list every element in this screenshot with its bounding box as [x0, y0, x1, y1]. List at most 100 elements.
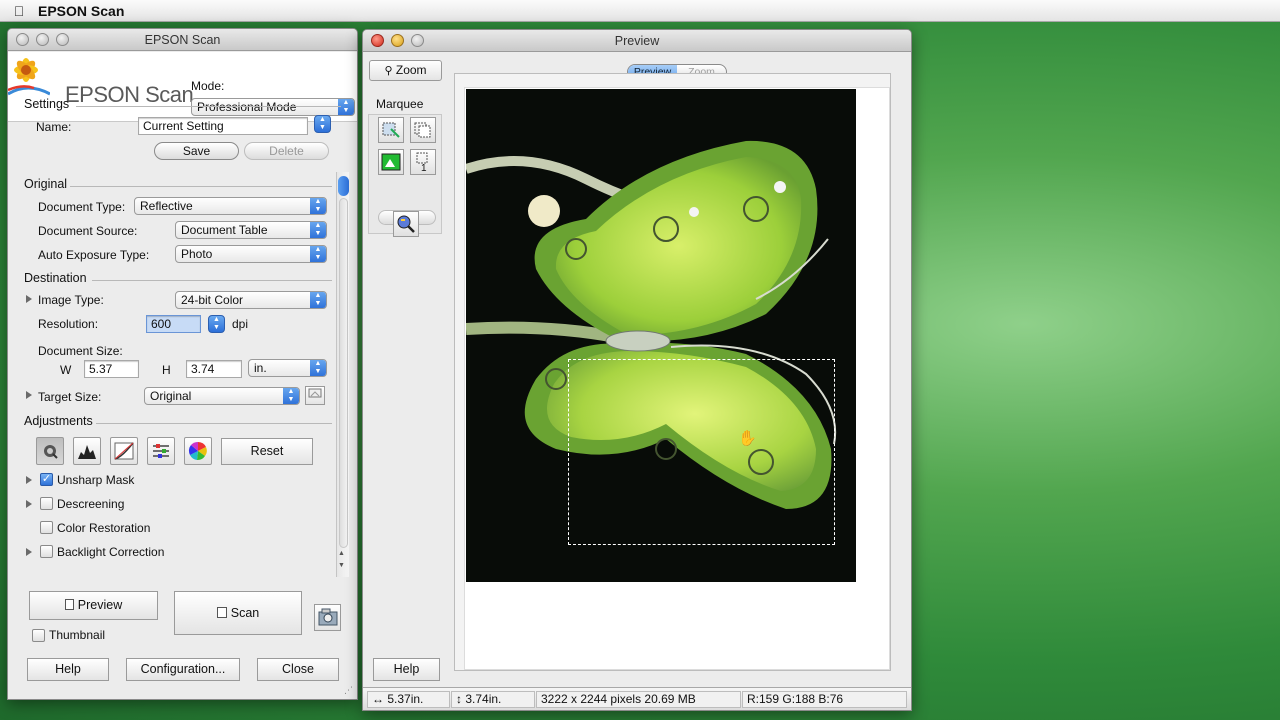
destination-section-title: Destination	[24, 271, 87, 285]
target-size-select[interactable]: Original ▲ ▼	[144, 387, 300, 405]
height-input[interactable]: 3.74	[186, 360, 242, 378]
file-save-settings-button[interactable]	[314, 604, 341, 631]
app-menu-name[interactable]: EPSON Scan	[38, 3, 124, 19]
width-label: W	[60, 363, 72, 377]
preview-window-title: Preview	[614, 34, 660, 48]
delete-button[interactable]: Delete	[244, 142, 329, 160]
target-size-orientation-button[interactable]	[305, 386, 325, 405]
magnifier-icon: ⚲	[384, 65, 393, 77]
zoom-button-label: Zoom	[395, 63, 427, 77]
document-source-select[interactable]: Document Table ▲ ▼	[175, 221, 327, 239]
apple-menu-icon[interactable]: 	[0, 3, 38, 19]
color-restoration-checkbox[interactable]	[40, 521, 53, 534]
thumbnail-checkbox[interactable]	[32, 629, 45, 642]
divider	[92, 280, 332, 281]
unsharp-mask-checkbox[interactable]: ✓	[40, 473, 53, 486]
descreening-checkbox[interactable]	[40, 497, 53, 510]
document-type-value: Reflective	[140, 199, 193, 213]
resolution-input[interactable]: 600	[146, 315, 201, 333]
close-button[interactable]: Close	[257, 658, 339, 681]
setting-name-input[interactable]: Current Setting	[138, 117, 308, 135]
settings-scrollbar[interactable]: ▲ ▼	[336, 172, 349, 577]
marquee-label: Marquee	[376, 97, 424, 111]
auto-exposure-select[interactable]: Photo ▲ ▼	[175, 245, 327, 263]
zoom-button[interactable]: ⚲ Zoom	[369, 60, 442, 81]
duplicate-marquee-icon	[414, 122, 431, 138]
minimize-window-button[interactable]	[391, 34, 404, 47]
magnify-preview-button[interactable]	[393, 211, 419, 237]
resolution-label: Resolution:	[38, 317, 99, 331]
histogram-button[interactable]	[73, 437, 101, 465]
tone-correction-button[interactable]	[110, 437, 138, 465]
configuration-button[interactable]: Configuration...	[126, 658, 240, 681]
image-type-disclosure-icon[interactable]	[26, 295, 32, 303]
help-button[interactable]: Help	[27, 658, 109, 681]
preview-image[interactable]: ✋	[466, 89, 856, 582]
preview-help-button[interactable]: Help	[373, 658, 440, 681]
close-window-button[interactable]	[16, 33, 29, 46]
descreening-disclosure-icon[interactable]	[26, 500, 32, 508]
auto-locate-button[interactable]	[378, 149, 404, 175]
backlight-correction-disclosure-icon[interactable]	[26, 548, 32, 556]
scan-window-titlebar[interactable]: EPSON Scan	[8, 29, 357, 51]
auto-exposure-label: Auto Exposure Type:	[38, 248, 150, 262]
descreening-label: Descreening	[57, 497, 125, 511]
document-icon	[64, 599, 74, 610]
preview-button[interactable]: Preview	[29, 591, 158, 620]
tone-curve-icon	[114, 442, 134, 460]
height-label: H	[162, 363, 171, 377]
duplicate-marquee-button[interactable]	[410, 117, 436, 143]
document-type-label: Document Type:	[38, 200, 126, 214]
close-window-button[interactable]	[371, 34, 384, 47]
setting-name-popup-button[interactable]: ▲ ▼	[314, 115, 331, 133]
epson-scan-window: EPSON Scan EPSON Scan Mode: Professional…	[7, 28, 358, 700]
resolution-popup-button[interactable]: ▲ ▼	[208, 315, 225, 333]
preview-button-label: Preview	[77, 598, 123, 612]
menu-bar:  EPSON Scan	[0, 0, 1280, 22]
mode-label: Mode:	[191, 79, 225, 93]
divider	[96, 423, 332, 424]
status-rgb-cell: R:159 G:188 B:76	[742, 691, 907, 708]
color-palette-button[interactable]	[184, 437, 212, 465]
zoom-window-button[interactable]	[411, 34, 424, 47]
document-type-select[interactable]: Reflective ▲ ▼	[134, 197, 327, 215]
zoom-window-button[interactable]	[56, 33, 69, 46]
save-button[interactable]: Save	[154, 142, 239, 160]
marquee-selection[interactable]	[568, 359, 835, 545]
document-source-value: Document Table	[181, 223, 268, 237]
minimize-window-button[interactable]	[36, 33, 49, 46]
mode-select[interactable]: Professional Mode ▲ ▼	[191, 98, 355, 116]
preview-window: Preview ⚲ Zoom Preview Zoom Marquee 1 Al…	[362, 29, 912, 711]
popup-arrows-icon: ▲ ▼	[283, 388, 299, 404]
scrollbar-thumb[interactable]	[338, 176, 349, 196]
status-pixels-cell: 3222 x 2244 pixels 20.69 MB	[536, 691, 741, 708]
target-size-disclosure-icon[interactable]	[26, 391, 32, 399]
scan-button[interactable]: Scan	[174, 591, 302, 635]
auto-exposure-tool-button[interactable]	[36, 437, 64, 465]
resize-grip-icon[interactable]: ⋰	[344, 685, 353, 696]
reset-button[interactable]: Reset	[221, 438, 313, 465]
target-size-label: Target Size:	[38, 390, 102, 404]
popup-arrows-icon: ▲ ▼	[310, 292, 326, 308]
create-marquee-button[interactable]	[378, 117, 404, 143]
original-section-title: Original	[24, 177, 68, 191]
width-input[interactable]: 5.37	[84, 360, 139, 378]
document-source-label: Document Source:	[38, 224, 138, 238]
window-controls	[371, 34, 424, 47]
resolution-unit: dpi	[232, 317, 249, 331]
image-type-select[interactable]: 24-bit Color ▲ ▼	[175, 291, 327, 309]
size-unit-select[interactable]: in. ▲ ▼	[248, 359, 327, 377]
epson-flower-logo-icon	[8, 58, 50, 96]
unsharp-mask-disclosure-icon[interactable]	[26, 476, 32, 484]
thumbnail-label: Thumbnail	[49, 628, 106, 642]
scrollbar-track[interactable]	[339, 198, 348, 548]
scroll-down-arrow-icon[interactable]: ▼	[338, 562, 345, 569]
scroll-up-arrow-icon[interactable]: ▲	[338, 550, 345, 557]
scan-icon	[216, 607, 227, 618]
auto-exposure-icon	[44, 445, 58, 459]
landscape-icon	[308, 388, 322, 398]
backlight-correction-checkbox[interactable]	[40, 545, 53, 558]
preview-window-titlebar[interactable]: Preview	[363, 30, 911, 52]
image-adjustment-button[interactable]	[147, 437, 175, 465]
popup-arrows-icon: ▲ ▼	[310, 246, 326, 262]
